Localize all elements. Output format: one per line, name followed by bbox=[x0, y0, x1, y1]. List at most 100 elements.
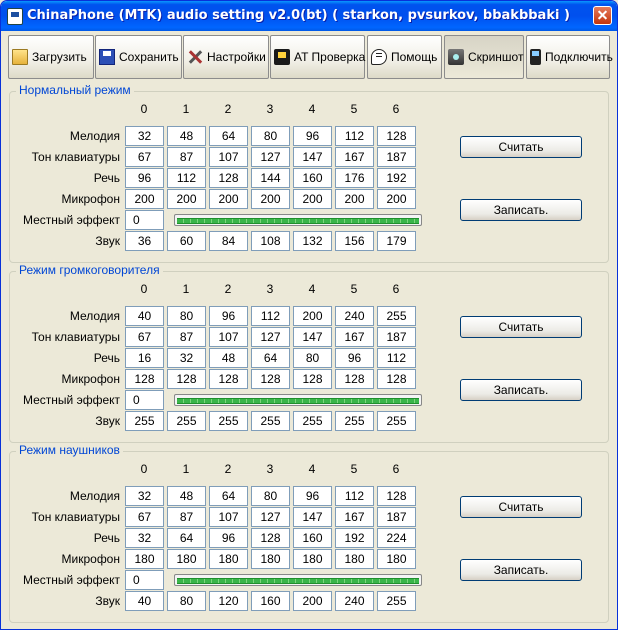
melody-value-field[interactable]: 80 bbox=[251, 126, 290, 146]
mic-value-field[interactable]: 200 bbox=[209, 189, 248, 209]
keytone-value-field[interactable]: 147 bbox=[293, 327, 332, 347]
speech-value-field[interactable]: 160 bbox=[293, 528, 332, 548]
sidetone-slider[interactable] bbox=[174, 394, 422, 406]
melody-value-field[interactable]: 255 bbox=[377, 306, 416, 326]
mic-value-field[interactable]: 200 bbox=[167, 189, 206, 209]
sound-value-field[interactable]: 80 bbox=[167, 591, 206, 611]
melody-value-field[interactable]: 240 bbox=[335, 306, 374, 326]
melody-value-field[interactable]: 112 bbox=[335, 126, 374, 146]
keytone-value-field[interactable]: 67 bbox=[125, 147, 164, 167]
sound-value-field[interactable]: 255 bbox=[377, 591, 416, 611]
speech-value-field[interactable]: 192 bbox=[335, 528, 374, 548]
speech-value-field[interactable]: 32 bbox=[125, 528, 164, 548]
melody-value-field[interactable]: 96 bbox=[293, 486, 332, 506]
sound-value-field[interactable]: 108 bbox=[251, 231, 290, 251]
melody-value-field[interactable]: 48 bbox=[167, 126, 206, 146]
sound-value-field[interactable]: 120 bbox=[209, 591, 248, 611]
speech-value-field[interactable]: 128 bbox=[209, 168, 248, 188]
speech-value-field[interactable]: 16 bbox=[125, 348, 164, 368]
melody-value-field[interactable]: 80 bbox=[251, 486, 290, 506]
sound-value-field[interactable]: 200 bbox=[293, 591, 332, 611]
speech-value-field[interactable]: 224 bbox=[377, 528, 416, 548]
sound-value-field[interactable]: 255 bbox=[377, 411, 416, 431]
mic-value-field[interactable]: 180 bbox=[335, 549, 374, 569]
keytone-value-field[interactable]: 67 bbox=[125, 327, 164, 347]
mic-value-field[interactable]: 180 bbox=[209, 549, 248, 569]
keytone-value-field[interactable]: 87 bbox=[167, 507, 206, 527]
keytone-value-field[interactable]: 127 bbox=[251, 147, 290, 167]
speech-value-field[interactable]: 48 bbox=[209, 348, 248, 368]
mic-value-field[interactable]: 180 bbox=[167, 549, 206, 569]
speech-value-field[interactable]: 96 bbox=[335, 348, 374, 368]
sound-value-field[interactable]: 160 bbox=[251, 591, 290, 611]
mic-value-field[interactable]: 200 bbox=[377, 189, 416, 209]
melody-value-field[interactable]: 96 bbox=[293, 126, 332, 146]
sound-value-field[interactable]: 255 bbox=[167, 411, 206, 431]
keytone-value-field[interactable]: 147 bbox=[293, 507, 332, 527]
melody-value-field[interactable]: 128 bbox=[377, 486, 416, 506]
keytone-value-field[interactable]: 167 bbox=[335, 507, 374, 527]
mic-value-field[interactable]: 128 bbox=[293, 369, 332, 389]
screenshot-button[interactable]: Скриншот bbox=[444, 35, 524, 79]
mic-value-field[interactable]: 180 bbox=[125, 549, 164, 569]
load-button[interactable]: Загрузить bbox=[8, 35, 94, 79]
melody-value-field[interactable]: 128 bbox=[377, 126, 416, 146]
keytone-value-field[interactable]: 107 bbox=[209, 327, 248, 347]
sidetone-slider[interactable] bbox=[174, 574, 422, 586]
speech-value-field[interactable]: 192 bbox=[377, 168, 416, 188]
sound-value-field[interactable]: 60 bbox=[167, 231, 206, 251]
keytone-value-field[interactable]: 127 bbox=[251, 327, 290, 347]
keytone-value-field[interactable]: 167 bbox=[335, 327, 374, 347]
mic-value-field[interactable]: 200 bbox=[335, 189, 374, 209]
sidetone-value-field[interactable]: 0 bbox=[125, 570, 164, 590]
speech-value-field[interactable]: 64 bbox=[251, 348, 290, 368]
mic-value-field[interactable]: 200 bbox=[293, 189, 332, 209]
mic-value-field[interactable]: 128 bbox=[167, 369, 206, 389]
mic-value-field[interactable]: 128 bbox=[377, 369, 416, 389]
keytone-value-field[interactable]: 67 bbox=[125, 507, 164, 527]
keytone-value-field[interactable]: 87 bbox=[167, 147, 206, 167]
read-button[interactable]: Считать bbox=[460, 136, 582, 158]
write-button[interactable]: Записать. bbox=[460, 559, 582, 581]
melody-value-field[interactable]: 112 bbox=[335, 486, 374, 506]
sound-value-field[interactable]: 240 bbox=[335, 591, 374, 611]
mic-value-field[interactable]: 180 bbox=[377, 549, 416, 569]
keytone-value-field[interactable]: 187 bbox=[377, 327, 416, 347]
sound-value-field[interactable]: 40 bbox=[125, 591, 164, 611]
close-button[interactable] bbox=[593, 6, 612, 25]
sidetone-value-field[interactable]: 0 bbox=[125, 390, 164, 410]
speech-value-field[interactable]: 128 bbox=[251, 528, 290, 548]
speech-value-field[interactable]: 32 bbox=[167, 348, 206, 368]
keytone-value-field[interactable]: 187 bbox=[377, 147, 416, 167]
melody-value-field[interactable]: 32 bbox=[125, 486, 164, 506]
title-bar[interactable]: ChinaPhone (MTK) audio setting v2.0(bt) … bbox=[1, 1, 617, 31]
connect-button[interactable]: Подключить bbox=[526, 35, 613, 79]
read-button[interactable]: Считать bbox=[460, 496, 582, 518]
speech-value-field[interactable]: 112 bbox=[167, 168, 206, 188]
melody-value-field[interactable]: 96 bbox=[209, 306, 248, 326]
read-button[interactable]: Считать bbox=[460, 316, 582, 338]
speech-value-field[interactable]: 112 bbox=[377, 348, 416, 368]
melody-value-field[interactable]: 64 bbox=[209, 486, 248, 506]
keytone-value-field[interactable]: 87 bbox=[167, 327, 206, 347]
write-button[interactable]: Записать. bbox=[460, 379, 582, 401]
keytone-value-field[interactable]: 187 bbox=[377, 507, 416, 527]
write-button[interactable]: Записать. bbox=[460, 199, 582, 221]
mic-value-field[interactable]: 180 bbox=[293, 549, 332, 569]
keytone-value-field[interactable]: 147 bbox=[293, 147, 332, 167]
sound-value-field[interactable]: 132 bbox=[293, 231, 332, 251]
sound-value-field[interactable]: 179 bbox=[377, 231, 416, 251]
melody-value-field[interactable]: 40 bbox=[125, 306, 164, 326]
sound-value-field[interactable]: 255 bbox=[293, 411, 332, 431]
mic-value-field[interactable]: 128 bbox=[209, 369, 248, 389]
melody-value-field[interactable]: 48 bbox=[167, 486, 206, 506]
mic-value-field[interactable]: 180 bbox=[251, 549, 290, 569]
mic-value-field[interactable]: 128 bbox=[125, 369, 164, 389]
speech-value-field[interactable]: 176 bbox=[335, 168, 374, 188]
melody-value-field[interactable]: 64 bbox=[209, 126, 248, 146]
melody-value-field[interactable]: 200 bbox=[293, 306, 332, 326]
settings-button[interactable]: Настройки bbox=[183, 35, 269, 79]
sound-value-field[interactable]: 84 bbox=[209, 231, 248, 251]
speech-value-field[interactable]: 64 bbox=[167, 528, 206, 548]
sound-value-field[interactable]: 255 bbox=[335, 411, 374, 431]
